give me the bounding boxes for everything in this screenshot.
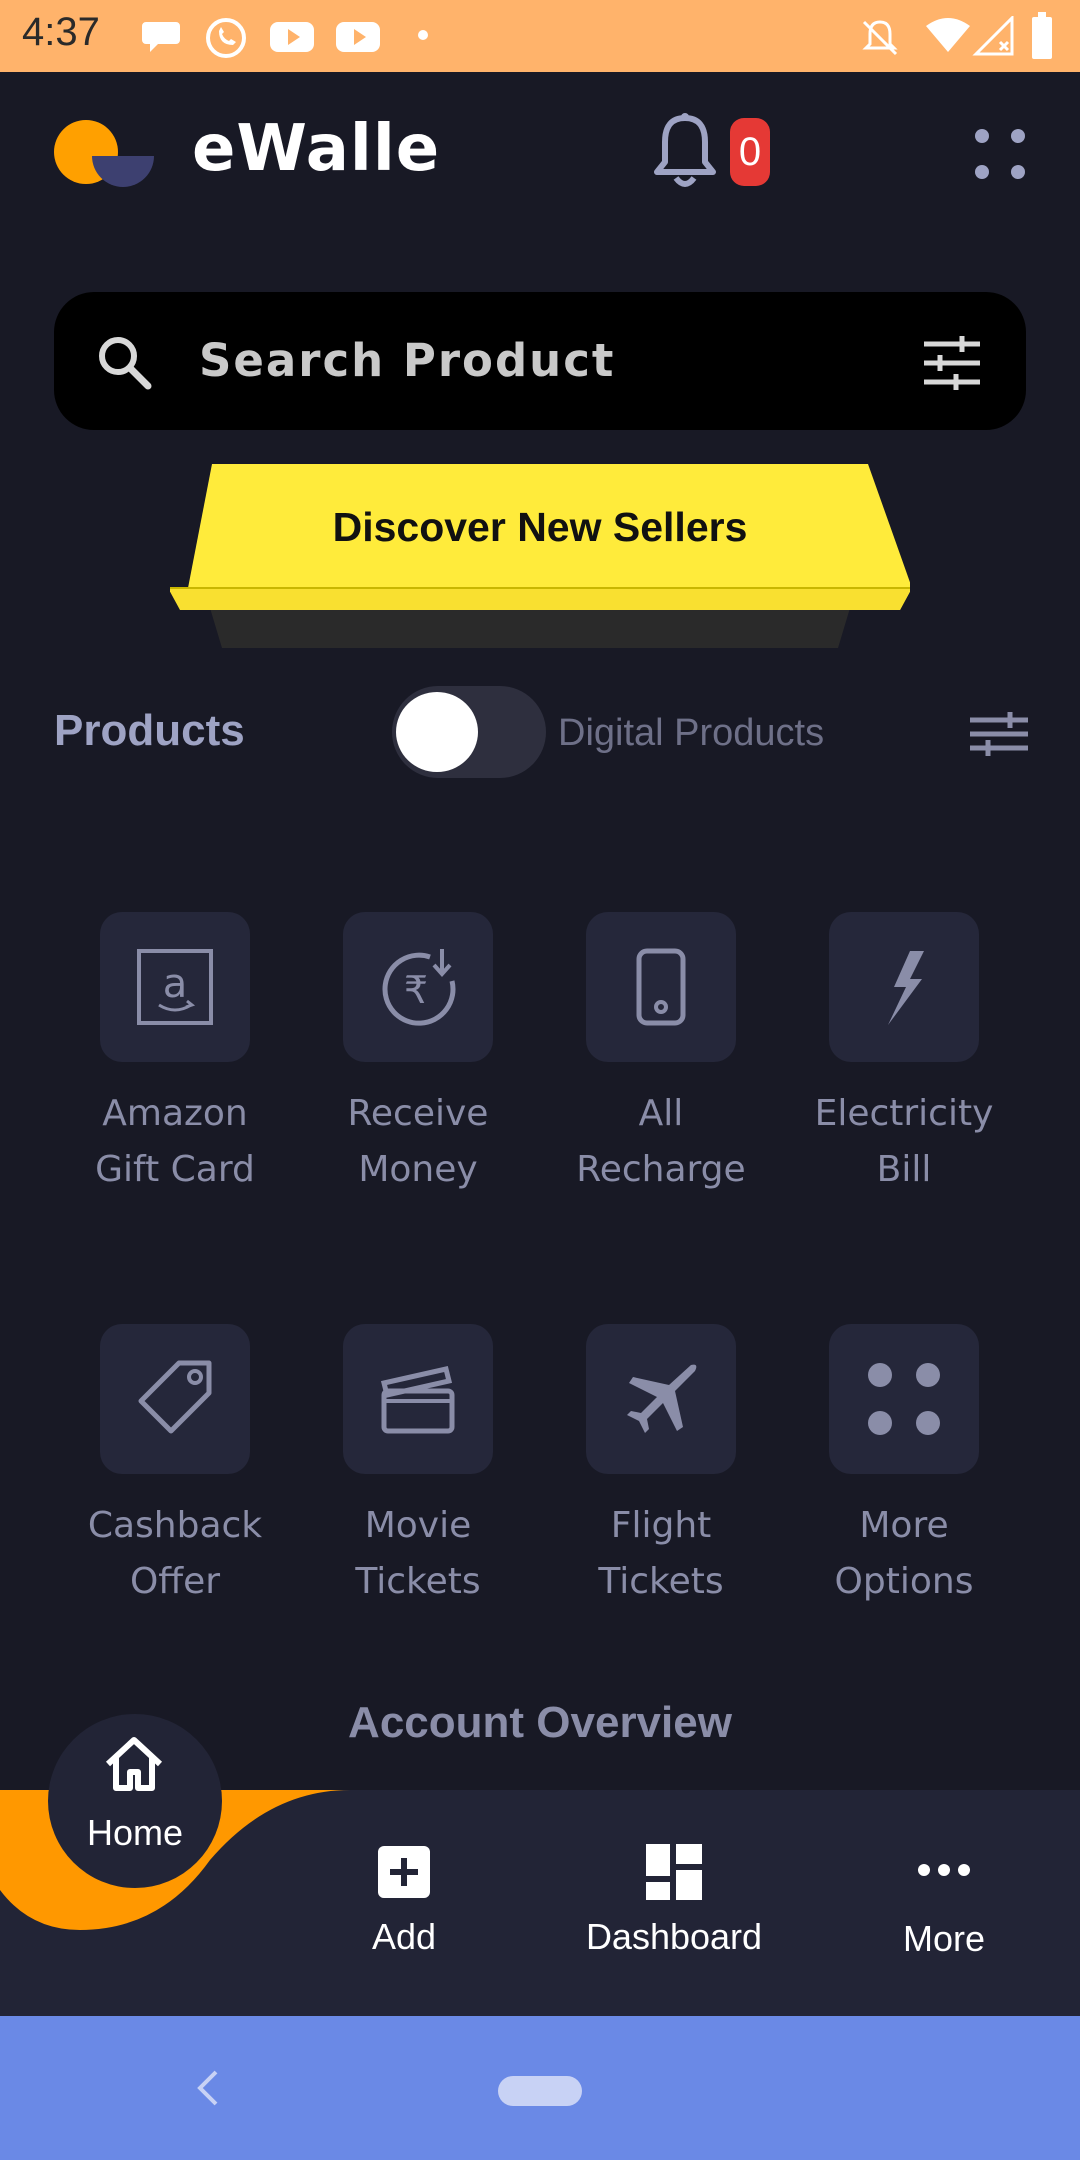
- four-dots-icon: [868, 1363, 940, 1435]
- youtube-icon: [270, 22, 314, 52]
- more-notifications-dot-icon: [418, 30, 428, 40]
- wifi-icon: [926, 18, 970, 52]
- dashboard-nav-label: Dashboard: [585, 1916, 763, 1957]
- products-title: Products: [54, 706, 245, 755]
- banner-label: Discover New Sellers: [332, 504, 748, 550]
- label-line-2: Options: [834, 1561, 974, 1602]
- home-nav-label: Home: [86, 1812, 184, 1853]
- amazon-gift-card-tile[interactable]: a: [100, 912, 250, 1062]
- label-line-1: Flight: [610, 1505, 712, 1546]
- svg-text:a: a: [163, 961, 188, 1007]
- label-line-2: Money: [358, 1149, 478, 1190]
- lightning-icon: [888, 951, 924, 1025]
- electricity-bill-label: Electricity Bill: [784, 1086, 1024, 1198]
- add-icon: [378, 1846, 430, 1898]
- clapperboard-icon: [380, 1366, 455, 1434]
- label-line-1: Movie: [364, 1505, 472, 1546]
- movie-tickets-label: Movie Tickets: [298, 1498, 538, 1610]
- more-dots-icon: [918, 1864, 970, 1876]
- flight-tickets-tile[interactable]: [586, 1324, 736, 1474]
- amazon-gift-card-label: Amazon Gift Card: [55, 1086, 295, 1198]
- back-chevron-icon[interactable]: [196, 2068, 220, 2108]
- signal-icon: [972, 16, 1014, 56]
- label-line-2: Gift Card: [95, 1149, 255, 1190]
- discover-sellers-banner[interactable]: Discover New Sellers: [170, 462, 910, 648]
- grid-menu-icon[interactable]: [970, 124, 1030, 184]
- label-line-2: Offer: [129, 1561, 221, 1602]
- more-nav-button[interactable]: More: [834, 1840, 1054, 1990]
- system-navigation-bar: [0, 2016, 1080, 2160]
- more-nav-label: More: [902, 1918, 986, 1959]
- banner-ribbon-shape: [170, 464, 910, 648]
- airplane-icon: [627, 1364, 697, 1433]
- toggle-knob: [396, 692, 478, 772]
- ewalle-logo: [54, 120, 154, 187]
- youtube-icon: [336, 22, 380, 52]
- electricity-bill-tile[interactable]: [829, 912, 979, 1062]
- label-line-1: All: [638, 1093, 684, 1134]
- label-line-1: More: [859, 1505, 949, 1546]
- amazon-icon: a: [137, 949, 213, 1025]
- label-line-2: Tickets: [355, 1561, 481, 1602]
- cashback-offer-tile[interactable]: [100, 1324, 250, 1474]
- receive-money-label: Receive Money: [298, 1086, 538, 1198]
- add-nav-label: Add: [371, 1916, 437, 1957]
- cashback-offer-label: Cashback Offer: [55, 1498, 295, 1610]
- search-bar[interactable]: Search Product: [54, 292, 1026, 430]
- phone-icon: [636, 948, 686, 1026]
- label-line-2: Bill: [876, 1149, 932, 1190]
- toggle-label: Digital Products: [558, 712, 825, 754]
- status-time: 4:37: [22, 10, 100, 54]
- battery-icon: [1032, 12, 1052, 59]
- home-icon: [105, 1737, 163, 1791]
- home-gesture-pill[interactable]: [498, 2076, 582, 2106]
- label-line-1: Cashback: [87, 1505, 263, 1546]
- rupee-receive-icon: ₹: [382, 949, 456, 1026]
- search-input[interactable]: Search Product: [199, 334, 615, 387]
- digital-products-toggle[interactable]: [392, 686, 546, 778]
- search-filter-icon[interactable]: [922, 334, 982, 392]
- svg-text:₹: ₹: [404, 968, 428, 1012]
- label-line-1: Receive: [347, 1093, 489, 1134]
- movie-tickets-tile[interactable]: [343, 1324, 493, 1474]
- label-line-1: Amazon: [102, 1093, 248, 1134]
- status-bar: 4:37: [0, 0, 1080, 72]
- app-brand: eWalle: [192, 112, 441, 186]
- add-nav-button[interactable]: Add: [294, 1840, 514, 1990]
- label-line-2: Tickets: [598, 1561, 724, 1602]
- search-icon: [99, 337, 152, 390]
- dashboard-nav-button[interactable]: Dashboard: [564, 1840, 784, 1990]
- notification-badge: 0: [730, 118, 770, 186]
- products-filter-icon[interactable]: [970, 712, 1028, 756]
- receive-money-tile[interactable]: ₹: [343, 912, 493, 1062]
- whatsapp-icon: [206, 18, 246, 58]
- chat-bubble-icon: [142, 22, 180, 52]
- notification-bell-icon[interactable]: [652, 112, 718, 192]
- more-options-label: More Options: [784, 1498, 1024, 1610]
- bell-off-icon: [862, 20, 898, 56]
- label-line-1: Electricity: [814, 1093, 994, 1134]
- app-header: eWalle 0: [0, 72, 1080, 232]
- all-recharge-tile[interactable]: [586, 912, 736, 1062]
- tag-icon: [138, 1360, 212, 1434]
- all-recharge-label: All Recharge: [541, 1086, 781, 1198]
- dashboard-icon: [646, 1844, 702, 1900]
- more-options-tile[interactable]: [829, 1324, 979, 1474]
- label-line-2: Recharge: [576, 1149, 746, 1190]
- flight-tickets-label: Flight Tickets: [541, 1498, 781, 1610]
